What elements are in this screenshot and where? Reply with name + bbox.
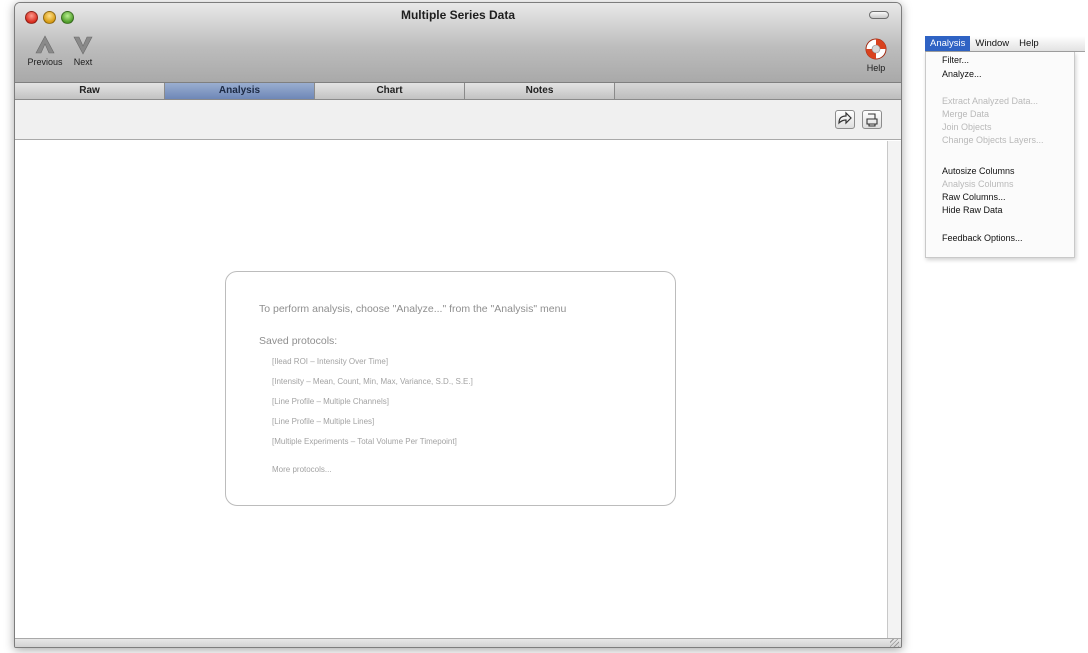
window-title: Multiple Series Data — [400, 8, 516, 22]
main-window: Multiple Series Data Previous Next Help — [14, 2, 902, 648]
protocol-item[interactable]: [Multiple Experiments – Total Volume Per… — [272, 436, 473, 456]
tab-bar: Raw Analysis Chart Notes — [15, 83, 901, 100]
print-button[interactable] — [862, 110, 882, 129]
menu-item-join-objects: Join Objects — [942, 122, 992, 132]
tab-notes[interactable]: Notes — [465, 83, 615, 99]
analysis-menu-area: Analysis Window Help Filter... Analyze..… — [925, 36, 1085, 258]
export-arrow-icon — [838, 111, 852, 125]
menu-item-hide-raw-data[interactable]: Hide Raw Data — [942, 205, 1003, 215]
tab-analysis[interactable]: Analysis — [165, 83, 315, 99]
menu-item-extract-analyzed-data: Extract Analyzed Data... — [942, 96, 1039, 106]
menu-window[interactable]: Window — [970, 36, 1014, 51]
protocol-item[interactable]: [Ilead ROI – Intensity Over Time] — [272, 356, 473, 376]
saved-protocols-label: Saved protocols: — [259, 335, 338, 347]
menu-item-analysis-columns: Analysis Columns — [942, 179, 1014, 189]
tab-raw[interactable]: Raw — [15, 83, 165, 99]
menu-help[interactable]: Help — [1014, 36, 1044, 51]
tab-chart[interactable]: Chart — [315, 83, 465, 99]
protocol-item[interactable]: [Intensity – Mean, Count, Min, Max, Vari… — [272, 376, 473, 396]
vertical-scrollbar[interactable] — [887, 141, 901, 638]
toolbar-toggle-button[interactable] — [869, 11, 889, 19]
up-arrow-icon — [35, 35, 55, 54]
menu-item-feedback-options[interactable]: Feedback Options... — [942, 233, 1023, 243]
title-bar: Multiple Series Data Previous Next Help — [15, 3, 901, 83]
print-icon — [866, 113, 878, 127]
next-label: Next — [73, 57, 93, 67]
menu-bar: Analysis Window Help — [925, 36, 1085, 52]
menu-item-raw-columns[interactable]: Raw Columns... — [942, 192, 1006, 202]
more-protocols-link[interactable]: More protocols... — [272, 465, 332, 474]
menu-analysis[interactable]: Analysis — [925, 36, 971, 51]
help-button[interactable]: Help — [861, 37, 891, 73]
saved-protocols-list: [Ilead ROI – Intensity Over Time] [Inten… — [272, 356, 473, 456]
help-label: Help — [866, 63, 886, 73]
analysis-toolbar — [15, 100, 901, 140]
menu-item-merge-data: Merge Data — [942, 109, 990, 119]
menu-item-change-objects-layers: Change Objects Layers... — [942, 135, 1044, 145]
resize-grip[interactable] — [890, 639, 899, 647]
menu-item-autosize-columns[interactable]: Autosize Columns — [942, 166, 1015, 176]
lifebuoy-icon — [865, 38, 887, 60]
down-arrow-icon — [73, 36, 93, 55]
analysis-instruction: To perform analysis, choose "Analyze..."… — [259, 303, 567, 315]
window-bottom-bar — [15, 638, 901, 647]
protocol-item[interactable]: [Line Profile – Multiple Channels] — [272, 396, 473, 416]
protocol-item[interactable]: [Line Profile – Multiple Lines] — [272, 416, 473, 436]
menu-item-filter[interactable]: Filter... — [942, 55, 969, 65]
menu-item-analyze[interactable]: Analyze... — [942, 69, 982, 79]
export-button[interactable] — [835, 110, 855, 129]
protocols-panel: To perform analysis, choose "Analyze..."… — [225, 271, 676, 506]
next-button[interactable]: Next — [67, 35, 99, 67]
analysis-content: To perform analysis, choose "Analyze..."… — [15, 141, 887, 638]
analysis-menu: Filter... Analyze... Extract Analyzed Da… — [925, 52, 1075, 258]
previous-button[interactable]: Previous — [25, 35, 65, 67]
previous-label: Previous — [27, 57, 63, 67]
